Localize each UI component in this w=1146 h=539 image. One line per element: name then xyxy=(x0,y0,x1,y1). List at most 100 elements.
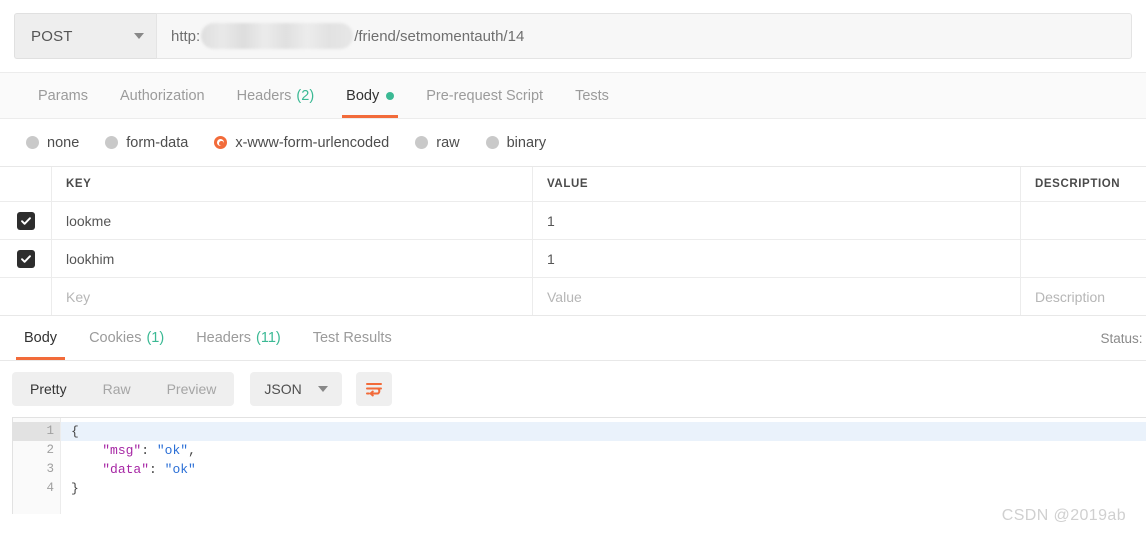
response-tab-headers-count: (11) xyxy=(256,330,281,346)
code-line: { xyxy=(61,422,1146,441)
response-format-label: JSON xyxy=(264,381,302,397)
row-value-input[interactable]: 1 xyxy=(533,240,1021,277)
line-number-text: 1 xyxy=(46,424,54,438)
chevron-down-icon xyxy=(317,386,328,392)
radio-icon xyxy=(485,136,499,149)
body-params-table: KEY VALUE DESCRIPTION lookme 1 lookhim 1… xyxy=(0,166,1146,316)
body-type-binary-label: binary xyxy=(506,134,547,151)
tab-tests[interactable]: Tests xyxy=(559,73,625,118)
code-token: { xyxy=(71,424,79,439)
table-row: lookme 1 xyxy=(0,202,1146,240)
response-tab-cookies[interactable]: Cookies (1) xyxy=(73,316,180,360)
word-wrap-icon xyxy=(365,383,382,397)
view-mode-preview[interactable]: Preview xyxy=(149,372,235,406)
radio-selected-icon xyxy=(214,136,228,149)
chevron-down-icon xyxy=(134,33,144,39)
tab-tests-label: Tests xyxy=(575,87,609,104)
url-path: /friend/setmomentauth/14 xyxy=(354,27,525,45)
header-cell-description: DESCRIPTION xyxy=(1035,178,1121,190)
line-number: 2 xyxy=(46,443,54,457)
response-tab-cookies-label: Cookies xyxy=(89,330,142,346)
radio-icon xyxy=(26,136,39,149)
body-type-radio-group: none form-data x-www-form-urlencoded raw… xyxy=(0,119,1146,166)
row-checkbox-cell[interactable] xyxy=(0,202,52,239)
tab-authorization-label: Authorization xyxy=(119,87,205,104)
row-key-input[interactable]: lookme xyxy=(52,202,533,239)
response-body-code-viewer[interactable]: 1 ▼ 2 3 4 { "msg": "ok", "data": "ok" } xyxy=(12,417,1146,514)
tab-body-label: Body xyxy=(346,87,380,104)
response-tab-body[interactable]: Body xyxy=(8,316,73,360)
url-redacted-blur xyxy=(201,23,354,49)
new-description-input[interactable]: Description xyxy=(1021,278,1146,315)
body-type-urlencoded-label: x-www-form-urlencoded xyxy=(235,134,390,151)
tab-headers-label: Headers xyxy=(236,87,292,104)
watermark: CSDN @2019ab xyxy=(1001,507,1126,524)
request-url-bar: POST http: /friend/setmomentauth/14 xyxy=(0,0,1146,72)
response-tab-headers[interactable]: Headers (11) xyxy=(180,316,297,360)
line-number-gutter: 1 ▼ 2 3 4 xyxy=(13,418,70,514)
response-format-select[interactable]: JSON xyxy=(250,372,342,406)
code-token: , xyxy=(188,443,196,458)
body-type-none[interactable]: none xyxy=(26,135,79,151)
line-number: 1 ▼ xyxy=(13,422,70,441)
response-view-mode-group: Pretty Raw Preview xyxy=(12,372,235,406)
tab-headers[interactable]: Headers (2) xyxy=(221,73,331,118)
status-label: Status: xyxy=(1100,330,1143,346)
row-checkbox-cell[interactable] xyxy=(0,240,52,277)
tab-headers-count: (2) xyxy=(296,87,315,104)
body-type-none-label: none xyxy=(47,134,80,151)
row-value-input[interactable]: 1 xyxy=(533,202,1021,239)
new-value-input[interactable]: Value xyxy=(533,278,1021,315)
body-type-form-data-label: form-data xyxy=(126,134,189,151)
code-token-key: "msg" xyxy=(102,443,142,458)
word-wrap-button[interactable] xyxy=(355,372,392,406)
http-method-select[interactable]: POST xyxy=(14,13,156,59)
response-view-toolbar: Pretty Raw Preview JSON xyxy=(0,361,1146,417)
tab-body[interactable]: Body xyxy=(330,73,410,118)
response-tab-test-results-label: Test Results xyxy=(312,330,392,346)
response-tab-cookies-count: (1) xyxy=(146,330,165,346)
checkbox-checked-icon[interactable] xyxy=(16,249,35,268)
new-key-input[interactable]: Key xyxy=(52,278,533,315)
placeholder-checkbox-cell xyxy=(0,278,52,315)
tab-authorization[interactable]: Authorization xyxy=(104,73,221,118)
code-token-key: "data" xyxy=(102,462,150,477)
url-scheme: http: xyxy=(171,27,201,45)
body-type-form-data[interactable]: form-data xyxy=(105,135,188,151)
row-key-input[interactable]: lookhim xyxy=(52,240,533,277)
table-header-row: KEY VALUE DESCRIPTION xyxy=(0,167,1146,202)
code-line: "msg": "ok", xyxy=(61,441,1146,460)
line-number: 3 xyxy=(46,462,54,476)
row-description-input[interactable] xyxy=(1021,240,1146,277)
header-cell-check xyxy=(0,167,52,201)
request-tabs: Params Authorization Headers (2) Body Pr… xyxy=(0,72,1146,119)
response-tabs: Body Cookies (1) Headers (11) Test Resul… xyxy=(0,316,1146,361)
code-token-string: "ok" xyxy=(156,443,189,458)
code-line: "data": "ok" xyxy=(61,460,1146,479)
line-number: 4 xyxy=(46,481,54,495)
checkbox-checked-icon[interactable] xyxy=(16,211,35,230)
code-token-string: "ok" xyxy=(164,462,196,477)
body-type-binary[interactable]: binary xyxy=(485,134,547,151)
view-mode-raw[interactable]: Raw xyxy=(85,372,149,406)
body-type-urlencoded[interactable]: x-www-form-urlencoded xyxy=(214,135,389,151)
tab-params[interactable]: Params xyxy=(22,73,104,118)
table-row: lookhim 1 xyxy=(0,240,1146,278)
tab-pre-request-script[interactable]: Pre-request Script xyxy=(410,73,559,118)
code-token: : xyxy=(141,443,157,458)
response-tab-body-label: Body xyxy=(24,330,58,346)
response-tab-test-results[interactable]: Test Results xyxy=(297,316,408,360)
body-modified-dot-icon xyxy=(386,91,395,100)
response-tab-headers-label: Headers xyxy=(196,330,251,346)
code-token: } xyxy=(71,481,79,496)
row-description-input[interactable] xyxy=(1021,202,1146,239)
body-type-raw[interactable]: raw xyxy=(415,135,460,151)
code-lines: { "msg": "ok", "data": "ok" } xyxy=(61,418,1146,514)
radio-icon xyxy=(415,136,429,149)
url-input[interactable]: http: /friend/setmomentauth/14 xyxy=(156,13,1132,59)
table-placeholder-row: Key Value Description xyxy=(0,278,1146,315)
code-token: : xyxy=(149,462,165,477)
http-method-label: POST xyxy=(31,27,73,45)
view-mode-pretty[interactable]: Pretty xyxy=(12,372,85,406)
